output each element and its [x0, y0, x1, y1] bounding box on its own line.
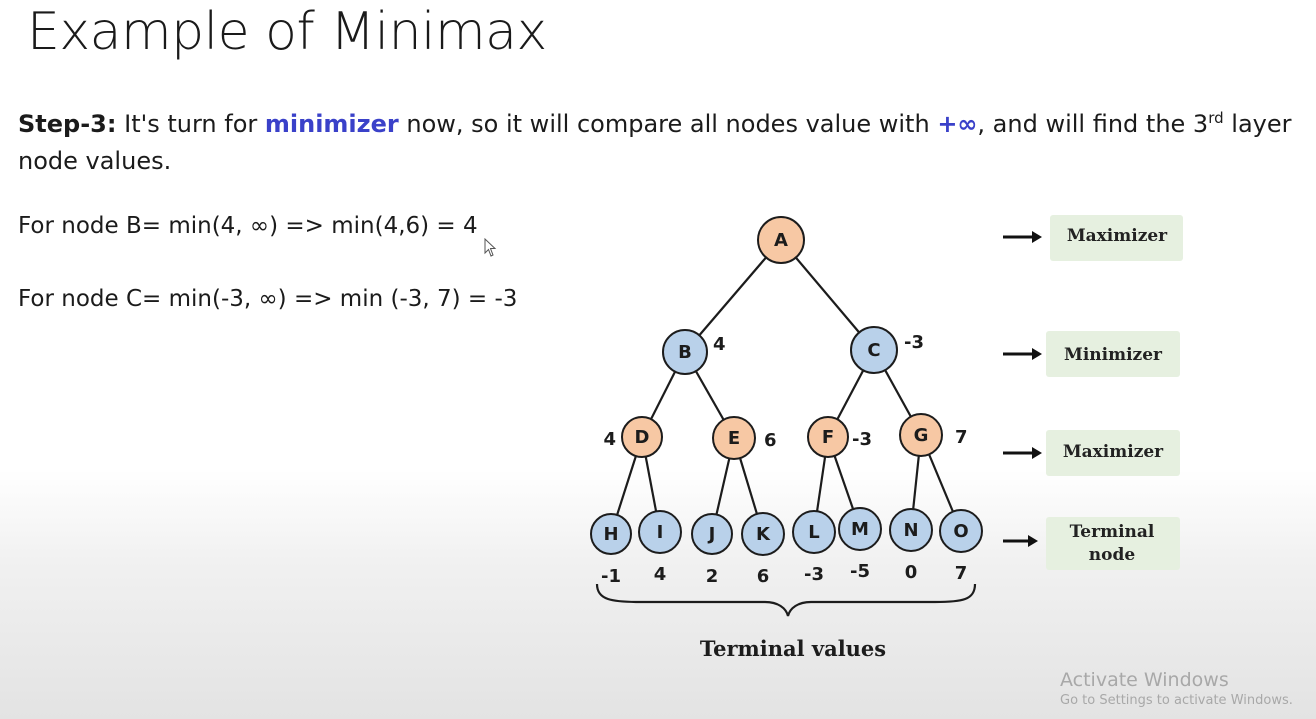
node-value: 4 — [654, 564, 667, 585]
node-letter: O — [953, 521, 968, 542]
tree-node-k: K6 — [741, 512, 785, 587]
arrow-right-icon — [1032, 231, 1042, 243]
tree-node-f: F -3 — [807, 416, 872, 458]
tree-node-l: L -3 — [792, 510, 836, 585]
tree-node-d: D4 — [603, 416, 663, 458]
level-label-text: Minimizer — [1064, 345, 1163, 365]
node-letter: F — [822, 427, 834, 448]
level-label-maximizer-2: Maximizer — [1003, 430, 1180, 476]
node-value: 2 — [706, 566, 719, 587]
terminal-values-caption: Terminal values — [700, 636, 886, 661]
level-label-maximizer-1: Maximizer — [1003, 215, 1183, 261]
node-letter: C — [867, 340, 880, 361]
node-value: -3 — [804, 564, 824, 585]
node-letter: A — [774, 230, 788, 251]
watermark-line-2: Go to Settings to activate Windows. — [1060, 693, 1293, 708]
tree-node-m: M -5 — [838, 507, 882, 582]
tree-node-i: I4 — [638, 510, 682, 585]
tree-node-o: O7 — [939, 509, 983, 584]
node-letter: K — [756, 524, 771, 545]
node-value: 0 — [905, 562, 918, 583]
node-value: 4 — [713, 334, 726, 355]
node-value: 6 — [757, 566, 770, 587]
tree-node-a: A — [757, 216, 805, 264]
tree-node-j: J2 — [691, 513, 733, 587]
activate-windows-watermark: Activate Windows Go to Settings to activ… — [1060, 668, 1293, 710]
node-letter: H — [603, 524, 618, 545]
minimax-tree-diagram: Maximizer Minimizer Maximizer Terminal n… — [590, 215, 1183, 661]
node-value: -1 — [601, 566, 621, 587]
arrow-right-icon — [1028, 535, 1038, 547]
node-letter: M — [851, 519, 869, 540]
arrow-right-icon — [1032, 348, 1042, 360]
watermark-line-1: Activate Windows — [1060, 669, 1229, 691]
node-letter: N — [903, 520, 918, 541]
node-letter: B — [678, 342, 692, 363]
node-value: 4 — [603, 429, 616, 450]
node-value: -5 — [850, 561, 870, 582]
level-label-text: node — [1089, 545, 1136, 565]
level-label-minimizer: Minimizer — [1003, 331, 1180, 377]
tree-node-e: E6 — [712, 416, 777, 460]
tree-node-b: B4 — [662, 329, 726, 375]
node-letter: L — [808, 522, 819, 543]
node-letter: E — [728, 428, 740, 449]
node-letter: J — [707, 524, 716, 545]
node-letter: G — [914, 425, 929, 446]
node-value: -3 — [852, 429, 872, 450]
node-value: 7 — [955, 563, 968, 584]
tree-node-n: N0 — [889, 508, 933, 583]
arrow-right-icon — [1032, 447, 1042, 459]
node-letter: D — [635, 427, 650, 448]
tree-node-c: C -3 — [850, 326, 924, 374]
node-value: 7 — [955, 427, 968, 448]
level-label-text: Terminal — [1070, 522, 1155, 542]
level-label-text: Maximizer — [1063, 442, 1164, 462]
node-letter: I — [657, 522, 664, 543]
curly-brace — [595, 583, 977, 617]
level-label-text: Maximizer — [1067, 226, 1168, 246]
tree-node-h: H -1 — [590, 513, 632, 587]
node-value: -3 — [904, 332, 924, 353]
node-value: 6 — [764, 430, 777, 451]
level-label-terminal-node: Terminal node — [1003, 517, 1180, 570]
tree-node-g: G7 — [899, 413, 968, 457]
